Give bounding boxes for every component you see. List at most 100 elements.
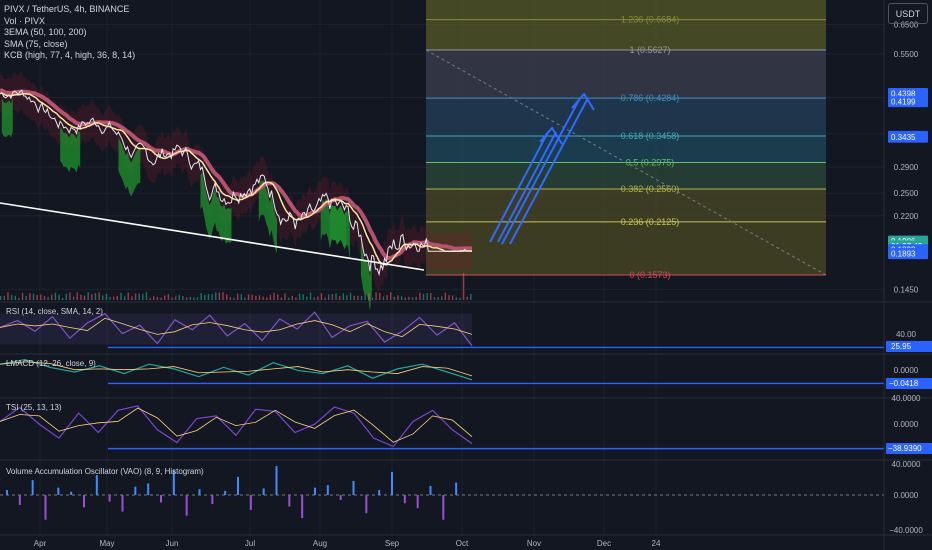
volume-bar [225, 294, 228, 300]
volume-bar [317, 296, 319, 300]
vao-bar [160, 495, 162, 503]
vao-bar [57, 487, 60, 495]
vao-bar [339, 495, 342, 500]
volume-bar [18, 297, 20, 300]
tsi-tick: 0.0000 [894, 420, 919, 429]
tsi-line [0, 405, 473, 448]
volume-bar [7, 292, 9, 300]
volume-bar [433, 297, 436, 300]
currency-button[interactable]: USDT [888, 3, 928, 24]
volume-bar [342, 293, 345, 300]
vao-bar [416, 495, 419, 509]
volume-indicator-label[interactable]: Vol · PIVX [4, 16, 135, 28]
volume-bar [160, 297, 162, 300]
time-tick-label: Jul [245, 539, 255, 548]
time-tick-label: Oct [456, 539, 469, 548]
vao-bar [326, 485, 329, 495]
volume-bar [422, 294, 425, 300]
volume-bar [102, 295, 104, 300]
vao-bar [18, 495, 21, 505]
keltner-breakdown-6 [329, 204, 350, 261]
vao-bar [108, 495, 111, 502]
sma-indicator-label[interactable]: SMA (75, close) [4, 39, 135, 51]
volume-bar [36, 294, 38, 300]
volume-bar [94, 293, 97, 300]
vao-bar [301, 495, 304, 519]
volume-bar [353, 295, 355, 300]
volume-bar [251, 294, 253, 300]
kcb-indicator-label[interactable]: KCB (high, 77, 4, high, 36, 8, 14) [4, 50, 135, 62]
volume-bar [123, 296, 126, 300]
volume-bar [182, 295, 184, 300]
volume-bar [411, 297, 414, 300]
lmacd-title: LMACD (12, 26, close, 9) [6, 359, 96, 368]
volume-bar [397, 295, 399, 300]
volume-bar [156, 296, 159, 300]
vao-bar [211, 495, 214, 505]
rsi-tick: 40.00 [896, 330, 917, 339]
fib-level-label: 1.236 (0.6684) [621, 15, 680, 25]
volume-bar [145, 292, 148, 300]
volume-bar [105, 293, 108, 300]
volume-bar [375, 292, 377, 300]
tsi-value: −38.9390 [888, 444, 922, 453]
volume-bar [236, 293, 239, 300]
tsi-tick: 40.0000 [892, 394, 921, 403]
volume-bar [193, 297, 195, 300]
volume-bar [211, 294, 213, 300]
volume-bar [240, 294, 242, 300]
volume-bar [233, 297, 235, 300]
time-tick-label: Aug [313, 539, 327, 548]
volume-bar [185, 297, 188, 300]
volume-bar [313, 297, 315, 300]
volume-bar [320, 293, 323, 300]
fib-level-label: 0.618 (0.3458) [621, 131, 680, 141]
vao-title: Volume Accumulation Oscillator (VAO) (8,… [6, 467, 204, 476]
volume-bar [200, 293, 202, 300]
volume-bar [280, 297, 283, 300]
volume-bar [426, 293, 428, 300]
trading-chart[interactable]: 1.236 (0.6684) 1 (0.5627) 0.786 (0.4284) 0.… [0, 0, 932, 550]
price-tick-label: 0.1450 [894, 285, 919, 294]
lmacd-tick: 0.0000 [894, 366, 919, 375]
price-label: 0.1893 [891, 250, 916, 259]
volume-bar [441, 296, 443, 300]
time-tick-label: Apr [34, 539, 47, 548]
time-tick-label: Jun [166, 539, 179, 548]
volume-bar [295, 297, 297, 300]
volume-bar [3, 295, 6, 300]
volume-bar [357, 295, 359, 300]
vao-tick: 0.0000 [894, 491, 919, 500]
vao-bar [31, 480, 34, 495]
volume-bar [189, 296, 191, 300]
volume-bar [273, 292, 275, 300]
volume-bar [91, 294, 93, 300]
volume-bar [109, 297, 111, 300]
vao-bar [288, 495, 291, 507]
vao-bar [224, 490, 227, 495]
tsi-title: TSI (25, 13, 13) [6, 403, 62, 412]
volume-bar [451, 295, 454, 300]
volume-bar [328, 294, 330, 300]
fib-level-label: 0 (0.1573) [629, 270, 670, 280]
ema-indicator-label[interactable]: 3EMA (50, 100, 200) [4, 27, 135, 39]
volume-bar [400, 296, 403, 300]
volume-bar [346, 295, 348, 300]
volume-bar [306, 296, 308, 300]
volume-bar [389, 292, 392, 300]
volume-bar [258, 295, 261, 300]
volume-bar [255, 295, 257, 300]
volume-bar [324, 297, 326, 300]
volume-bar [21, 292, 24, 300]
volume-bar [419, 292, 421, 300]
volume-bar [10, 295, 13, 300]
vao-bar [83, 495, 85, 508]
vao-bar [70, 491, 73, 495]
symbol-title[interactable]: PIVX / TetherUS, 4h, BINANCE [4, 4, 135, 16]
vao-bar [403, 495, 406, 504]
volume-bar [229, 297, 232, 300]
volume-bar [134, 293, 137, 300]
fib-level-label: 0.382 (0.2560) [621, 184, 680, 194]
vao-tick: 40.0000 [892, 460, 921, 469]
volume-bar [207, 294, 210, 300]
